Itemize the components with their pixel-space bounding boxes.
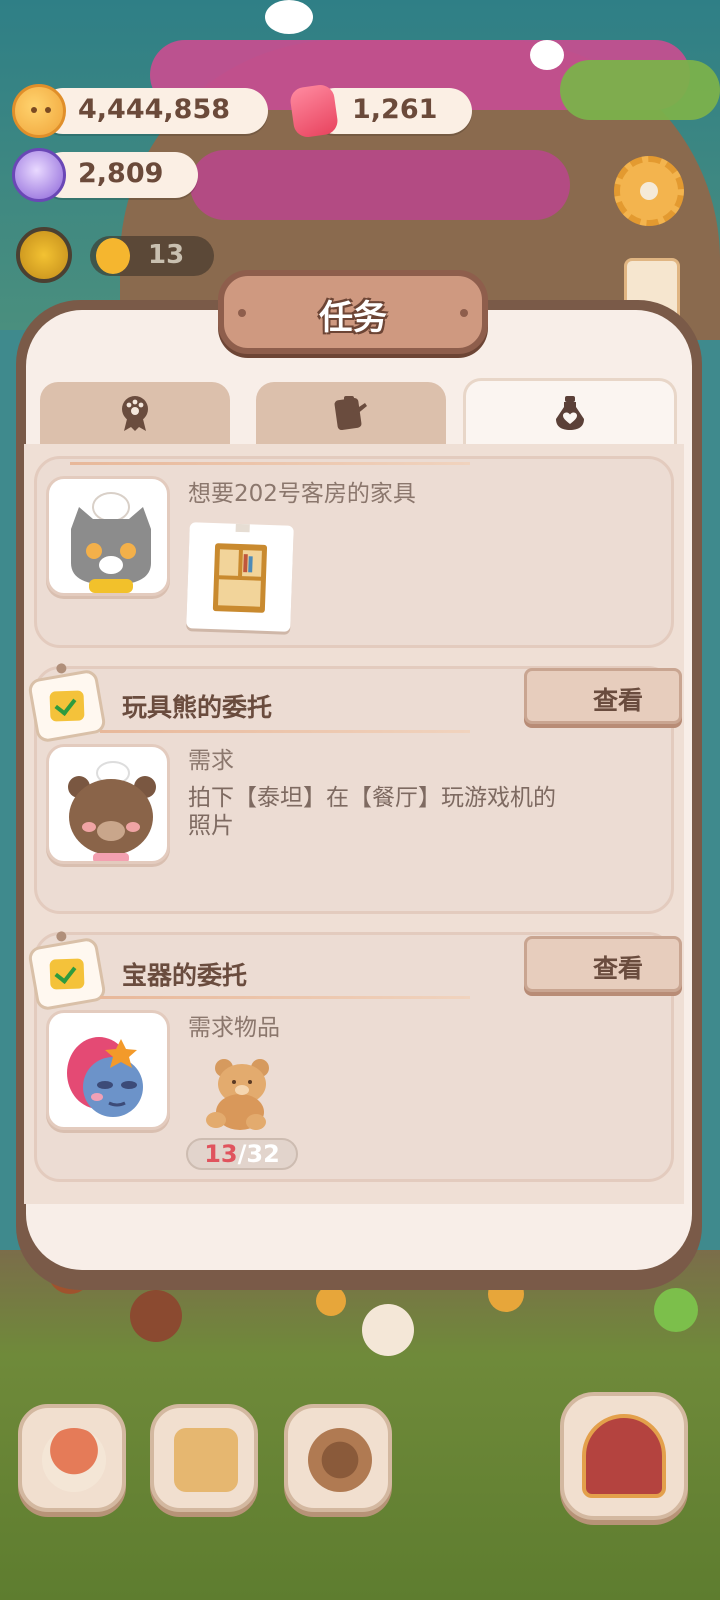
clipboard-icon (331, 393, 371, 433)
gem-icon (288, 83, 340, 139)
guest-count-value: 13 (148, 240, 185, 270)
background-character (265, 0, 313, 34)
check-icon (49, 690, 85, 722)
food-plate-icon (308, 1428, 372, 1492)
calendar-heart-icon (174, 1428, 238, 1492)
background-character (362, 1304, 414, 1356)
background-character (530, 40, 564, 70)
bookshelf-item-card[interactable] (186, 519, 294, 632)
task-tag (26, 662, 108, 744)
card-divider (70, 462, 470, 465)
bookshelf-icon (212, 519, 268, 613)
task-requirement: 想要202号客房的家具 (188, 481, 416, 507)
view-button[interactable]: 查看 (524, 668, 682, 724)
view-button-label: 查看 (592, 954, 643, 983)
chick-face-icon (96, 238, 130, 274)
modal-title-plate: 任务 (218, 270, 488, 354)
nav-home-button[interactable] (18, 1404, 126, 1512)
requirement-label: 需求 (188, 748, 234, 774)
mushroom-house-icon (42, 1428, 106, 1492)
card-divider (100, 996, 470, 999)
nav-food-button[interactable] (284, 1404, 392, 1512)
tab-tasks[interactable] (256, 382, 446, 444)
settings-gear-icon[interactable] (614, 156, 684, 226)
stage-theater-icon (582, 1414, 666, 1498)
view-button-label: 查看 (592, 686, 643, 715)
requirement-label: 需求物品 (188, 1015, 280, 1041)
task-title: 玩具熊的委托 (122, 693, 273, 722)
progress-total: 32 (246, 1140, 280, 1168)
teddy-bear-avatar-icon (46, 744, 170, 864)
zombie-girl-avatar-icon (46, 1010, 170, 1130)
green-vine (560, 60, 720, 120)
modal-title: 任务 (319, 298, 387, 338)
coin-value: 4,444,858 (78, 94, 231, 125)
sun-badge-icon[interactable] (16, 227, 72, 283)
teddy-bear-item-icon[interactable] (200, 1054, 282, 1132)
tab-requests[interactable] (463, 378, 677, 444)
coin-icon (12, 84, 66, 138)
background-character (654, 1288, 698, 1332)
progress-current: 13 (204, 1140, 238, 1168)
crystal-value: 2,809 (78, 158, 164, 189)
nav-stage-button[interactable] (560, 1392, 688, 1520)
item-progress: 13/32 (186, 1138, 298, 1170)
gray-cat-avatar-icon (46, 476, 170, 596)
flower-vine (190, 150, 570, 220)
crystal-icon (12, 148, 66, 202)
requirement-text-line2: 照片 (188, 813, 234, 839)
guest-count-pill[interactable]: 13 (90, 236, 214, 276)
task-tag (26, 930, 108, 1012)
requirement-text-line1: 拍下【泰坦】在【餐厅】玩游戏机的 (188, 785, 556, 811)
card-divider (100, 730, 470, 733)
paw-badge-icon (115, 393, 155, 433)
coin-counter[interactable]: 4,444,858 (40, 88, 268, 134)
nav-calendar-button[interactable] (150, 1404, 258, 1512)
tab-achievements[interactable] (40, 382, 230, 444)
check-icon (49, 958, 85, 990)
background-character (130, 1290, 182, 1342)
gem-value: 1,261 (352, 94, 438, 125)
task-title: 宝器的委托 (122, 961, 248, 990)
view-button[interactable]: 查看 (524, 936, 682, 992)
background-character (316, 1286, 346, 1316)
heart-potion-icon (550, 393, 590, 433)
